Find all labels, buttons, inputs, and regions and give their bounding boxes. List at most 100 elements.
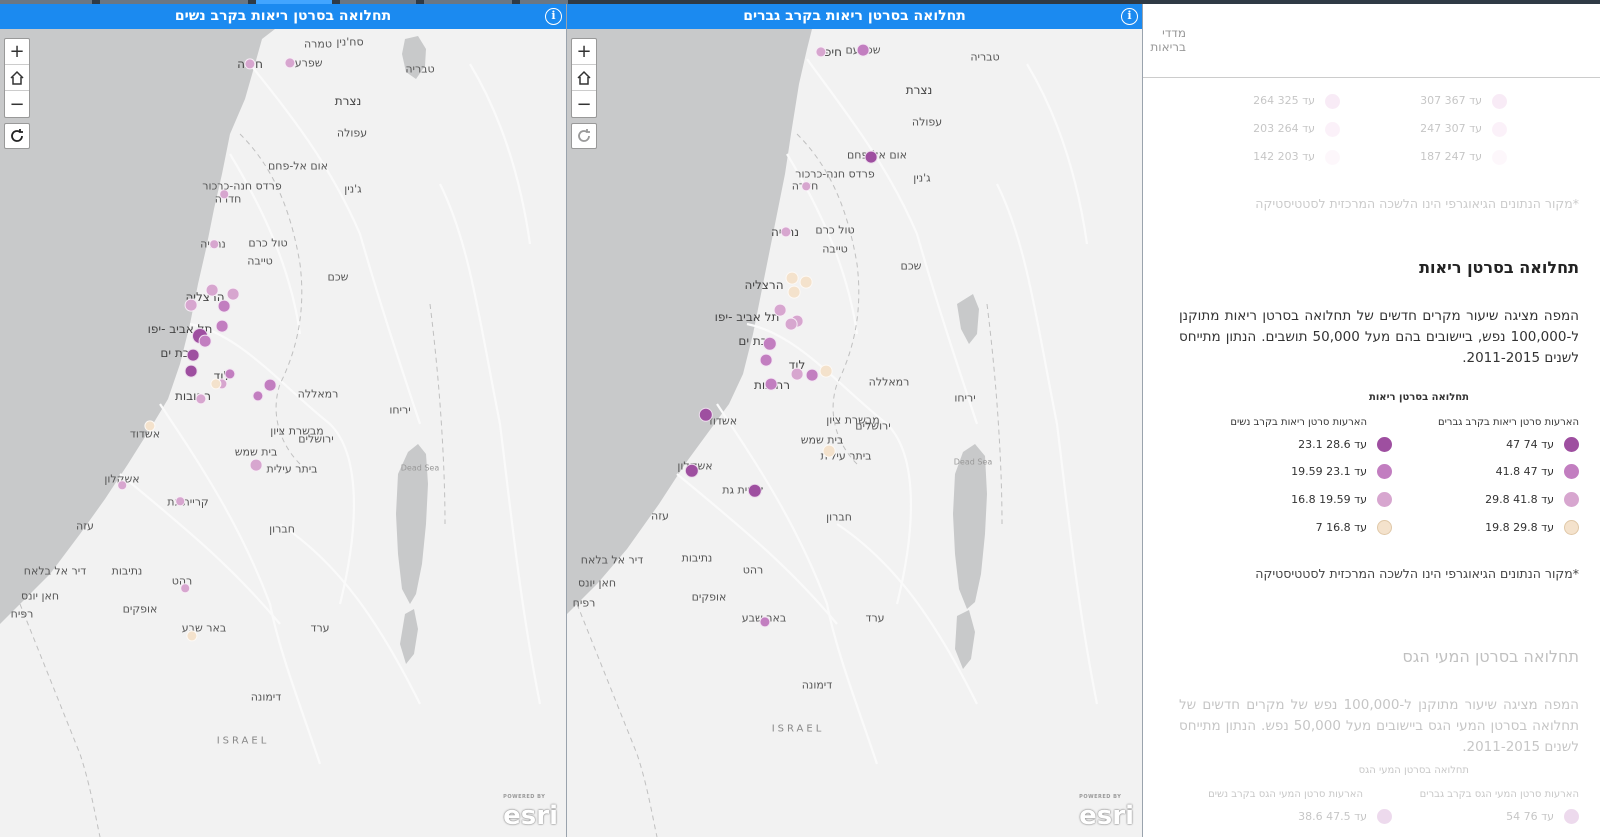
map-place-label: בת ים [160,346,190,360]
city-incidence-marker[interactable] [180,583,190,593]
map-place-label: טבריה [970,50,1000,64]
home-button[interactable] [5,65,29,91]
legend-swatch [1564,809,1579,824]
legend-swatch [1377,520,1392,535]
zoom-in-button[interactable]: + [572,39,596,65]
legend-swatch [1377,464,1392,479]
zoom-out-button[interactable]: − [572,91,596,117]
legend-women-range: 38.6 עד 47.5 [1298,810,1367,823]
map-place-label: רמאללה [868,375,910,389]
city-incidence-marker[interactable] [217,299,231,313]
lung-source-note: *מקור הנתונים הגיאוגרפי הינו הלשכה המרכז… [1255,566,1579,581]
map-place-label: ירושלים [298,432,334,446]
map-place-label: ISRAEL [216,735,270,747]
city-incidence-marker[interactable] [790,367,804,381]
zoom-out-button[interactable]: − [5,91,29,117]
refresh-button[interactable] [571,123,597,149]
legend-women-range: 142 עד 203 [1253,150,1315,163]
home-icon [577,70,591,85]
legend-swatch [1492,150,1507,165]
esri-logo-text: esri [503,801,558,831]
legend-men-range: 29.8 עד 41.8 [1485,493,1554,506]
map-place-label: רפיח [572,596,596,610]
legend-women-range: 19.59 עד 23.1 [1291,465,1367,478]
home-button[interactable] [572,65,596,91]
map-place-label: ג'נין [344,182,362,196]
refresh-button[interactable] [4,123,30,149]
map-place-label: יריחו [389,403,411,417]
map-place-label: עזה [651,509,669,523]
lung-legend-header-men: הארעות סרטן ריאות בקרב גברים [1437,417,1579,428]
city-incidence-marker[interactable] [209,239,219,249]
map-place-label: אום אל-פחם [267,159,329,173]
map-place-label: רפיח [10,607,34,621]
colorectal-section-title: תחלואה בסרטן המעי הגס [1402,647,1579,666]
city-incidence-marker[interactable] [819,364,833,378]
city-incidence-marker[interactable] [205,283,219,297]
legend-swatch [1492,122,1507,137]
faded-source-note: *מקור הנתונים הגיאוגרפי הינו הלשכה המרכז… [1255,196,1579,211]
legend-swatch [1325,150,1340,165]
city-incidence-marker[interactable] [864,150,878,164]
map-place-label: שכם [900,259,922,273]
side-panel[interactable]: מדדי בריאות 307 עד 367 264 עד 325 247 עד… [1143,4,1600,837]
city-incidence-marker[interactable] [785,271,799,285]
basemap [0,29,542,837]
legend-swatch [1325,122,1340,137]
city-incidence-marker[interactable] [186,348,200,362]
city-incidence-marker[interactable] [175,496,185,506]
city-incidence-marker[interactable] [117,480,127,490]
map-place-label: טול כרם [815,223,855,237]
zoom-in-button[interactable]: + [5,39,29,65]
map-place-label: קריית גת [167,495,209,509]
map-men[interactable]: תחלואה בסרטן ריאות בקרב גברים i + − חיפה… [567,4,1143,837]
esri-logo-text: esri [1079,801,1134,831]
city-incidence-marker[interactable] [249,458,263,472]
lung-description: המפה מציגה שיעור מקרים חדשים של תחלואה ב… [1179,308,1579,366]
city-incidence-marker[interactable] [215,319,229,333]
map-place-label: טמרה [304,37,332,51]
map-place-label: שכם [327,270,349,284]
map-place-label: סח'נין [336,35,364,49]
powered-by-label: POWERED BY [503,794,546,800]
legend-swatch [1325,94,1340,109]
colorectal-legend-header-men: הארעות סרטן המעי הגס בקרב גברים [1419,789,1579,800]
refresh-icon [578,129,590,142]
map-place-label: דיר אל בלאח [23,564,87,578]
city-incidence-marker[interactable] [759,353,773,367]
map-place-label: פרדס חנה-כרכור [202,179,282,193]
city-incidence-marker[interactable] [184,298,198,312]
city-incidence-marker[interactable] [773,303,787,317]
map-place-label: דימונה [801,678,833,692]
legend-swatch [1564,492,1579,507]
city-incidence-marker[interactable] [805,368,819,382]
city-incidence-marker[interactable] [226,287,240,301]
info-icon[interactable]: i [545,8,562,25]
legend-women-range: 203 עד 264 [1253,122,1315,135]
zoom-controls: + − [4,38,30,118]
map-women[interactable]: תחלואה בסרטן ריאות בקרב נשים i + − חיפהש… [0,4,567,837]
info-icon[interactable]: i [1121,8,1138,25]
legend-men-range: 187 עד 247 [1420,150,1482,163]
map-place-label: חאן יונס [20,589,60,603]
map-place-label: רהט [742,563,764,577]
legend-swatch [1377,437,1392,452]
map-place-label: טבריה [405,62,435,76]
city-incidence-marker[interactable] [799,275,813,289]
city-incidence-marker[interactable] [787,285,801,299]
powered-by-label: POWERED BY [1079,794,1122,800]
legend-women-range: 7 עד 16.8 [1315,521,1367,534]
city-incidence-marker[interactable] [784,317,798,331]
city-incidence-marker[interactable] [856,43,870,57]
city-incidence-marker[interactable] [822,444,836,458]
city-incidence-marker[interactable] [764,377,778,391]
map-place-label: דיר אל בלאח [580,553,644,567]
map-place-label: בית שמש [800,433,844,447]
city-incidence-marker[interactable] [184,364,198,378]
map-place-label: ביתר עילית [266,462,318,476]
city-incidence-marker[interactable] [219,189,229,199]
city-incidence-marker[interactable] [801,181,811,191]
map-place-label: נתיבות [681,551,713,565]
city-incidence-marker[interactable] [263,378,277,392]
city-incidence-marker[interactable] [198,334,212,348]
